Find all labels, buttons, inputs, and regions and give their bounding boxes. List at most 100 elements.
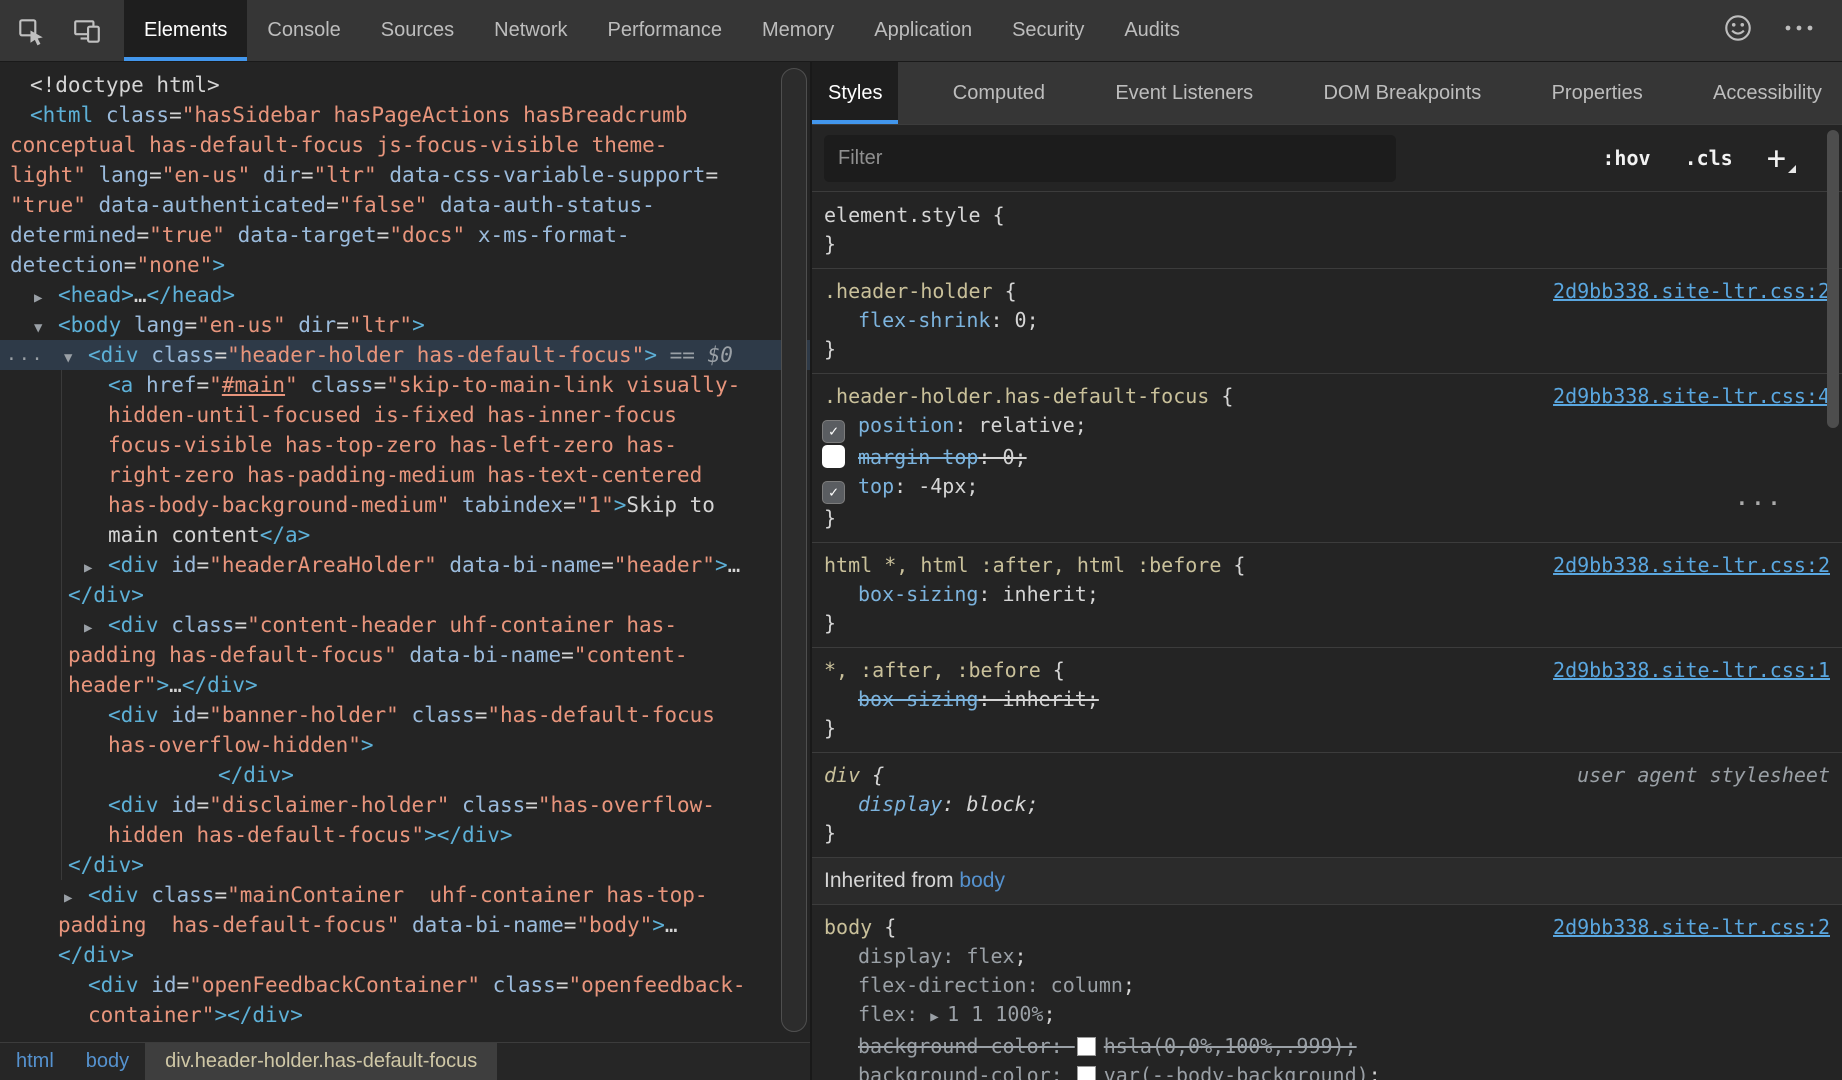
code-token: .header-holder xyxy=(824,279,993,303)
css-declaration[interactable]: margin-top: 0; xyxy=(812,443,1842,472)
tab-accessibility[interactable]: Accessibility xyxy=(1697,62,1838,124)
disclosure-arrow[interactable]: ▶ xyxy=(64,883,88,913)
dom-tree-line[interactable]: focus-visible has-top-zero has-left-zero… xyxy=(0,430,810,460)
more-options-icon[interactable] xyxy=(1782,13,1816,48)
property-checkbox[interactable] xyxy=(822,445,845,468)
inspect-icon[interactable] xyxy=(16,16,46,46)
dom-tree-line[interactable]: </div> xyxy=(0,940,810,970)
dom-tree-line[interactable]: has-body-background-medium" tabindex="1"… xyxy=(0,490,810,520)
disclosure-arrow[interactable]: ▼ xyxy=(34,313,58,343)
dom-tree-line[interactable]: ▼<body lang="en-us" dir="ltr"> xyxy=(0,310,810,340)
code-token: "docs" xyxy=(389,223,465,247)
dom-tree-line[interactable]: header">…</div> xyxy=(0,670,810,700)
css-declaration[interactable]: display: block; xyxy=(812,790,1842,819)
dom-tree-line[interactable]: determined="true" data-target="docs" x-m… xyxy=(0,220,810,250)
dom-tree-line[interactable]: <!doctype html> xyxy=(0,70,810,100)
stylesheet-link[interactable]: 2d9bb338.site-ltr.css:2 xyxy=(1553,550,1830,580)
stylesheet-link[interactable]: 2d9bb338.site-ltr.css:2 xyxy=(1553,276,1830,306)
dom-tree-line[interactable]: <div id="banner-holder" class="has-defau… xyxy=(0,700,810,730)
dom-tree-line[interactable]: has-overflow-hidden"> xyxy=(0,730,810,760)
code-token: = xyxy=(561,643,574,667)
feedback-smiley-icon[interactable] xyxy=(1722,12,1754,49)
dom-tree-line[interactable]: ▶<div class="mainContainer uhf-container… xyxy=(0,880,810,910)
breadcrumb-item-div[interactable]: div.header-holder.has-default-focus xyxy=(145,1043,497,1080)
inherited-node-link[interactable]: body xyxy=(959,869,1005,892)
tab-event-listeners[interactable]: Event Listeners xyxy=(1099,62,1269,124)
disclosure-arrow[interactable]: ▼ xyxy=(64,343,88,373)
css-declaration[interactable]: background-color: var(--body-background)… xyxy=(812,1061,1842,1080)
dom-tree-line[interactable]: <html class="hasSidebar hasPageActions h… xyxy=(0,100,810,130)
css-declaration[interactable]: background-color: hsla(0,0%,100%,.999); xyxy=(812,1032,1842,1061)
css-declaration[interactable]: ✓position: relative; xyxy=(812,411,1842,443)
overflow-gutter[interactable]: ... xyxy=(6,340,45,370)
styles-filter-input[interactable] xyxy=(824,135,1396,182)
dom-tree-line[interactable]: ...▼<div class="header-holder has-defaul… xyxy=(0,340,810,370)
more-actions-button[interactable]: ... xyxy=(1736,486,1784,510)
code-token: ; xyxy=(1075,413,1087,437)
tab-properties[interactable]: Properties xyxy=(1536,62,1659,124)
tab-memory[interactable]: Memory xyxy=(742,0,854,61)
dom-tree-line[interactable]: detection="none"> xyxy=(0,250,810,280)
css-declaration[interactable]: flex: ▶ 1 1 100%; xyxy=(812,1000,1842,1032)
tab-elements[interactable]: Elements xyxy=(124,0,247,61)
css-declaration[interactable]: flex-shrink: 0; xyxy=(812,306,1842,335)
dom-tree-line[interactable]: </div> xyxy=(0,580,810,610)
stylesheet-link[interactable]: 2d9bb338.site-ltr.css:2 xyxy=(1553,912,1830,942)
dom-tree-line[interactable]: <a href="#main" class="skip-to-main-link… xyxy=(0,370,810,400)
tab-console[interactable]: Console xyxy=(247,0,360,61)
css-declaration[interactable]: box-sizing: inherit; xyxy=(812,685,1842,714)
dom-tree-line[interactable]: "true" data-authenticated="false" data-a… xyxy=(0,190,810,220)
dom-scrollbar-thumb[interactable] xyxy=(781,68,807,1032)
stylesheet-link[interactable]: 2d9bb338.site-ltr.css:4 xyxy=(1553,381,1830,411)
disclosure-arrow[interactable]: ▶ xyxy=(34,283,58,313)
code-token: flex: xyxy=(858,1002,930,1026)
dom-tree-line[interactable]: padding has-default-focus" data-bi-name=… xyxy=(0,640,810,670)
dom-tree-line[interactable]: ▶<div class="content-header uhf-containe… xyxy=(0,610,810,640)
attribute-link[interactable]: #main xyxy=(222,373,285,397)
dom-tree-line[interactable]: hidden-until-focused is-fixed has-inner-… xyxy=(0,400,810,430)
dom-tree-line[interactable]: <div id="openFeedbackContainer" class="o… xyxy=(0,970,810,1000)
dom-tree-line[interactable]: ▶<div id="headerAreaHolder" data-bi-name… xyxy=(0,550,810,580)
tab-dom-breakpoints[interactable]: DOM Breakpoints xyxy=(1307,62,1497,124)
dom-tree-line[interactable]: ▶<head>…</head> xyxy=(0,280,810,310)
dom-tree-line[interactable]: main content</a> xyxy=(0,520,810,550)
color-swatch[interactable] xyxy=(1077,1037,1096,1056)
element-classes-button[interactable]: .cls xyxy=(1685,146,1733,170)
css-declaration[interactable]: display: flex; xyxy=(812,942,1842,971)
code-token: … xyxy=(134,283,147,307)
device-toolbar-icon[interactable] xyxy=(72,16,102,46)
css-declaration[interactable]: flex-direction: column; xyxy=(812,971,1842,1000)
property-checkbox[interactable]: ✓ xyxy=(822,481,845,504)
stylesheet-link[interactable]: 2d9bb338.site-ltr.css:1 xyxy=(1553,655,1830,685)
dom-tree-line[interactable]: hidden has-default-focus"></div> xyxy=(0,820,810,850)
css-declaration[interactable]: ✓top: -4px; xyxy=(812,472,1842,504)
disclosure-arrow[interactable]: ▶ xyxy=(84,613,108,643)
tab-sources[interactable]: Sources xyxy=(361,0,474,61)
tab-styles[interactable]: Styles xyxy=(812,62,898,124)
dom-tree-line[interactable]: <div id="disclaimer-holder" class="has-o… xyxy=(0,790,810,820)
tab-computed[interactable]: Computed xyxy=(937,62,1061,124)
tab-security[interactable]: Security xyxy=(992,0,1104,61)
css-declaration[interactable]: box-sizing: inherit; xyxy=(812,580,1842,609)
dom-tree-line[interactable]: light" lang="en-us" dir="ltr" data-css-v… xyxy=(0,160,810,190)
tab-performance[interactable]: Performance xyxy=(588,0,743,61)
dom-tree-line[interactable]: conceptual has-default-focus js-focus-vi… xyxy=(0,130,810,160)
code-token: </a> xyxy=(260,523,311,547)
property-checkbox[interactable]: ✓ xyxy=(822,420,845,443)
breadcrumb-item-html[interactable]: html xyxy=(0,1043,70,1080)
dom-tree-line[interactable]: right-zero has-padding-medium has-text-c… xyxy=(0,460,810,490)
code-token: box-sizing xyxy=(858,582,978,606)
dom-tree-line[interactable]: </div> xyxy=(0,850,810,880)
dom-tree-line[interactable]: padding has-default-focus" data-bi-name=… xyxy=(0,910,810,940)
breadcrumb-item-body[interactable]: body xyxy=(70,1043,145,1080)
dom-tree-line[interactable]: container"></div> xyxy=(0,1000,810,1030)
disclosure-arrow[interactable]: ▶ xyxy=(84,553,108,583)
tab-audits[interactable]: Audits xyxy=(1104,0,1200,61)
styles-scrollbar-thumb[interactable] xyxy=(1827,130,1839,428)
color-swatch[interactable] xyxy=(1077,1066,1096,1080)
toggle-element-state-button[interactable]: :hov xyxy=(1602,146,1650,170)
tab-network[interactable]: Network xyxy=(474,0,587,61)
tab-application[interactable]: Application xyxy=(854,0,992,61)
dom-tree-line[interactable]: </div> xyxy=(0,760,810,790)
new-style-rule-button[interactable]: + xyxy=(1767,143,1786,173)
